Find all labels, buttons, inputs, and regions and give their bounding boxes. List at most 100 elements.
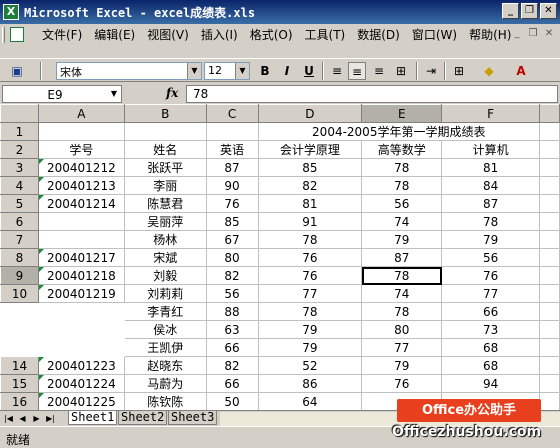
doc-close-button[interactable]: ✕ — [542, 28, 556, 41]
header-cell[interactable]: 会计学原理 — [257, 140, 363, 159]
fx-icon[interactable]: fx — [166, 86, 178, 100]
table-cell[interactable]: 76 — [361, 374, 443, 393]
cell[interactable] — [539, 122, 560, 141]
table-cell[interactable]: 73 — [441, 320, 541, 339]
row-header[interactable]: 5 — [0, 194, 39, 213]
table-cell[interactable]: 79 — [441, 230, 541, 249]
table-cell[interactable] — [37, 212, 125, 231]
table-cell[interactable]: 82 — [257, 176, 363, 195]
table-cell[interactable]: 刘毅 — [123, 266, 207, 285]
align-right-icon[interactable]: ≡ — [370, 62, 388, 80]
cell[interactable] — [539, 284, 560, 303]
table-cell[interactable]: 68 — [441, 338, 541, 357]
row-header[interactable]: 16 — [0, 392, 39, 410]
merge-center-icon[interactable]: ⊞ — [392, 62, 410, 80]
table-cell[interactable]: 85 — [257, 158, 363, 177]
table-cell[interactable]: 78 — [441, 212, 541, 231]
cell[interactable] — [539, 356, 560, 375]
worksheet-grid[interactable]: A B C D E F 1 2004-2005学年第一学期成绩表 2 学号 姓名 英语 会计… — [0, 104, 560, 410]
table-cell[interactable]: 马蔚为 — [123, 374, 207, 393]
table-cell[interactable]: 200401213 — [37, 176, 125, 195]
table-cell[interactable]: 200401214 — [37, 194, 125, 213]
column-header[interactable]: A — [37, 104, 125, 123]
table-cell[interactable]: 87 — [361, 248, 443, 267]
table-cell[interactable]: 陈钦陈 — [123, 392, 207, 410]
table-cell[interactable]: 王凯伊 — [123, 338, 207, 357]
document-icon[interactable] — [10, 27, 24, 42]
table-cell[interactable]: 76 — [441, 266, 541, 285]
table-cell[interactable]: 李丽 — [123, 176, 207, 195]
row-header[interactable]: 10 — [0, 284, 39, 303]
row-header[interactable]: 3 — [0, 158, 39, 177]
cell[interactable] — [123, 122, 207, 141]
menu-edit[interactable]: 编辑(E) — [88, 28, 141, 43]
table-cell[interactable]: 94 — [441, 374, 541, 393]
table-cell[interactable]: 86 — [257, 374, 363, 393]
table-cell[interactable]: 88 — [205, 302, 259, 321]
font-name-combo[interactable]: 宋体 ▼ — [56, 62, 202, 80]
chevron-down-icon[interactable]: ▼ — [187, 63, 201, 79]
table-cell[interactable]: 74 — [361, 212, 443, 231]
row-header[interactable]: 9 — [0, 266, 39, 285]
table-cell[interactable]: 63 — [205, 320, 259, 339]
row-header[interactable]: 2 — [0, 140, 39, 159]
table-cell[interactable]: 84 — [441, 176, 541, 195]
menu-data[interactable]: 数据(D) — [351, 28, 406, 43]
table-cell[interactable]: 76 — [205, 194, 259, 213]
cell[interactable] — [539, 176, 560, 195]
cell[interactable] — [539, 302, 560, 321]
cell[interactable] — [539, 266, 560, 285]
table-cell[interactable]: 200401225 — [37, 392, 125, 410]
row-header[interactable]: 6 — [0, 212, 39, 231]
table-cell[interactable]: 杨林 — [123, 230, 207, 249]
restore-button[interactable]: ❐ — [521, 3, 538, 19]
cell[interactable] — [539, 338, 560, 357]
cell[interactable] — [539, 140, 560, 159]
row-header[interactable]: 4 — [0, 176, 39, 195]
table-cell[interactable]: 64 — [257, 392, 363, 410]
header-cell[interactable]: 计算机 — [441, 140, 541, 159]
table-cell[interactable]: 200401217 — [37, 248, 125, 267]
tab-sheet1[interactable]: Sheet1 — [68, 411, 118, 425]
table-cell[interactable]: 78 — [361, 266, 443, 285]
table-cell[interactable]: 91 — [257, 212, 363, 231]
table-cell[interactable]: 66 — [205, 338, 259, 357]
cell[interactable] — [539, 392, 560, 410]
table-cell[interactable]: 66 — [441, 302, 541, 321]
table-cell[interactable]: 68 — [441, 356, 541, 375]
doc-restore-button[interactable]: ❐ — [526, 28, 540, 41]
table-cell[interactable]: 宋斌 — [123, 248, 207, 267]
tab-sheet2[interactable]: Sheet2 — [118, 411, 168, 425]
cell[interactable] — [539, 248, 560, 267]
table-cell[interactable]: 78 — [361, 176, 443, 195]
row-header[interactable]: 15 — [0, 374, 39, 393]
row-header[interactable]: 1 — [0, 122, 39, 141]
table-cell[interactable]: 77 — [361, 338, 443, 357]
column-header[interactable]: E — [361, 104, 443, 123]
table-cell[interactable]: 79 — [257, 338, 363, 357]
row-header[interactable]: 7 — [0, 230, 39, 249]
table-cell[interactable]: 87 — [441, 194, 541, 213]
table-cell[interactable]: 吴丽萍 — [123, 212, 207, 231]
table-cell[interactable]: 77 — [441, 284, 541, 303]
cell[interactable] — [539, 212, 560, 231]
bold-button[interactable]: B — [256, 62, 274, 80]
table-cell[interactable]: 81 — [441, 158, 541, 177]
cell[interactable] — [205, 122, 259, 141]
menu-file[interactable]: 文件(F) — [36, 28, 88, 43]
last-sheet-icon[interactable]: ▶| — [44, 412, 57, 425]
table-cell[interactable]: 56 — [441, 248, 541, 267]
menu-tools[interactable]: 工具(T) — [299, 28, 352, 43]
underline-button[interactable]: U — [300, 62, 318, 80]
cell[interactable] — [37, 122, 125, 141]
table-cell[interactable]: 80 — [361, 320, 443, 339]
menu-window[interactable]: 窗口(W) — [406, 28, 463, 43]
table-cell[interactable]: 79 — [361, 356, 443, 375]
table-cell[interactable]: 77 — [257, 284, 363, 303]
table-cell[interactable]: 80 — [205, 248, 259, 267]
cell[interactable] — [539, 230, 560, 249]
header-cell[interactable]: 英语 — [205, 140, 259, 159]
chevron-down-icon[interactable]: ▼ — [107, 86, 121, 102]
indent-icon[interactable]: ⇥ — [422, 62, 440, 80]
italic-button[interactable]: I — [278, 62, 296, 80]
